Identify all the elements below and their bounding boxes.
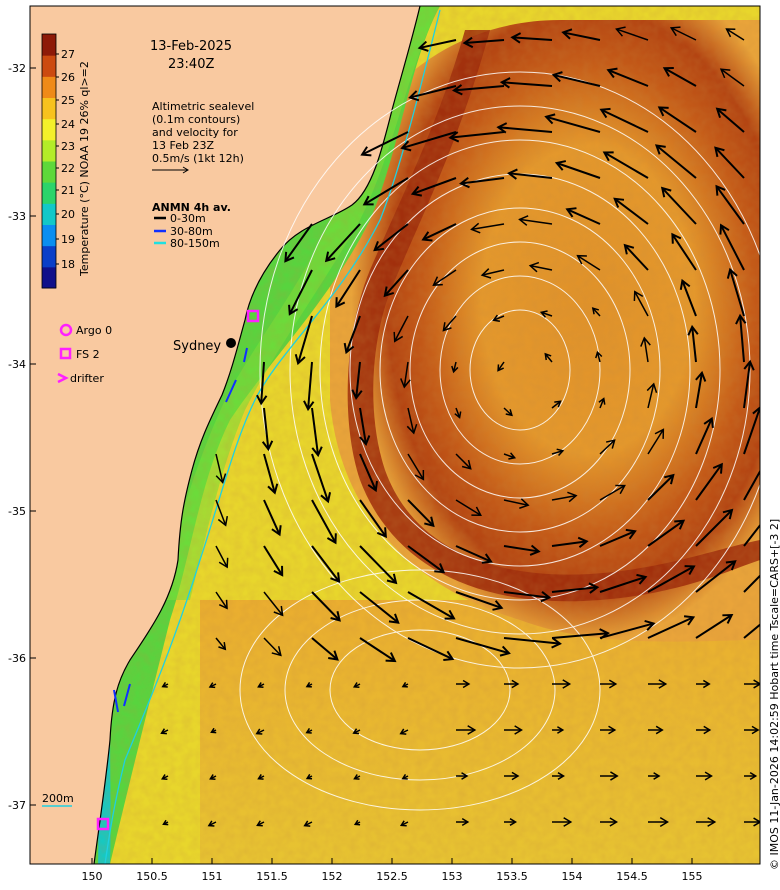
- colorbar-swatch: [42, 55, 56, 77]
- lat-tick-label: -34: [8, 358, 26, 371]
- colorbar-tick-label: 23: [61, 140, 75, 153]
- colorbar-swatch: [42, 267, 56, 289]
- legend-fs: FS 2: [76, 348, 100, 361]
- colorbar-tick-label: 24: [61, 118, 75, 131]
- colorbar-title: Temperature (°C) NOAA 19 26% ql>=2: [78, 61, 91, 277]
- sydney-label: Sydney: [173, 339, 221, 354]
- colorbar-swatch: [42, 246, 56, 268]
- anmn-item-0-30: 0-30m: [170, 212, 206, 225]
- map-date: 13-Feb-2025: [150, 39, 232, 54]
- lat-tick-label: -35: [8, 505, 26, 518]
- colorbar-swatch: [42, 161, 56, 183]
- anmn-item-80-150: 80-150m: [170, 237, 220, 250]
- altimetry-line-2: (0.1m contours): [152, 113, 240, 126]
- colorbar-tick-label: 20: [61, 208, 75, 221]
- lon-tick-label: 154: [562, 870, 583, 883]
- colorbar-tick-label: 25: [61, 94, 75, 107]
- colorbar-tick-label: 21: [61, 184, 75, 197]
- plot-area: [30, 6, 780, 864]
- colorbar-swatch: [42, 98, 56, 120]
- lat-tick-label: -32: [8, 62, 26, 75]
- sst-map: 150 150.5 151 151.5 152 152.5 153 153.5 154 154.5…: [0, 0, 780, 890]
- lon-tick-label: 155: [682, 870, 703, 883]
- lon-tick-label: 153: [442, 870, 463, 883]
- lon-tick-label: 150: [82, 870, 103, 883]
- altimetry-line-3: and velocity for: [152, 126, 238, 139]
- altimetry-line-1: Altimetric sealevel: [152, 100, 254, 113]
- colorbar-swatch: [42, 119, 56, 141]
- legend-argo: Argo 0: [76, 324, 112, 337]
- lon-tick-label: 151: [202, 870, 223, 883]
- legend-drifter: drifter: [70, 372, 104, 385]
- isobath-label: 200m: [42, 792, 74, 805]
- lat-tick-label: -33: [8, 210, 26, 223]
- colorbar-tick-label: 27: [61, 48, 75, 61]
- colorbar-swatch: [42, 225, 56, 247]
- colorbar-tick-label: 19: [61, 233, 75, 246]
- colorbar-swatch: [42, 182, 56, 204]
- colorbar-swatch: [42, 203, 56, 225]
- lon-tick-label: 154.5: [616, 870, 648, 883]
- lon-tick-label: 152.5: [376, 870, 408, 883]
- credit-text: © IMOS 11-Jan-2026 14:02:59 Hobart time …: [768, 519, 780, 870]
- city-dot-icon: [226, 338, 236, 348]
- colorbar-tick-label: 22: [61, 162, 75, 175]
- colorbar-tick-label: 26: [61, 71, 75, 84]
- lon-tick-label: 150.5: [136, 870, 168, 883]
- colorbar-tick-label: 18: [61, 258, 75, 271]
- colorbar-swatch: [42, 34, 56, 56]
- altimetry-line-4: 13 Feb 23Z: [152, 139, 214, 152]
- map-time: 23:40Z: [168, 57, 214, 72]
- lon-tick-label: 152: [322, 870, 343, 883]
- altimetry-line-5: 0.5m/s (1kt 12h): [152, 152, 244, 165]
- lat-tick-label: -37: [8, 799, 26, 812]
- colorbar-swatch: [42, 140, 56, 162]
- lon-tick-label: 151.5: [256, 870, 288, 883]
- lat-tick-label: -36: [8, 652, 26, 665]
- colorbar-swatch: [42, 76, 56, 98]
- lon-tick-label: 153.5: [496, 870, 528, 883]
